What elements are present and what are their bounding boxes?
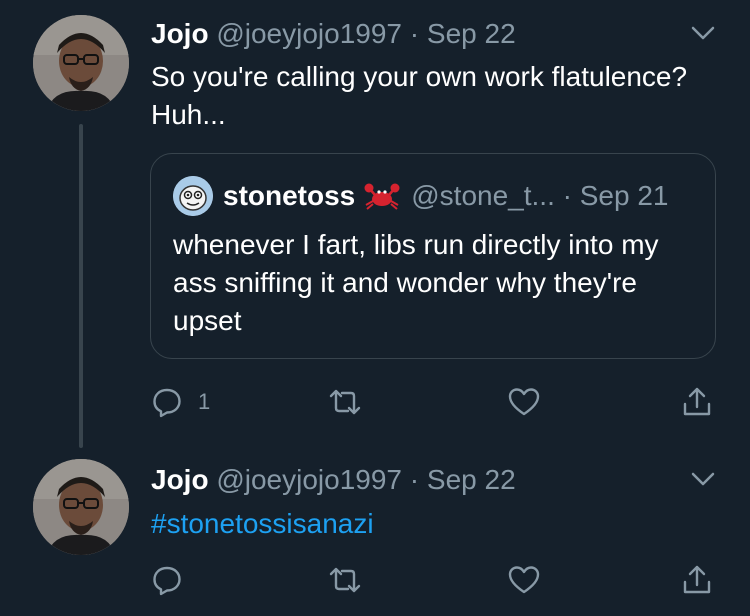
chevron-down-icon[interactable] [690,24,716,42]
tweet-header: Jojo @joeyjojo1997 · Sep 22 [151,462,690,498]
like-icon [508,388,540,416]
tweet[interactable]: Jojo @joeyjojo1997 · Sep 22 So you're ca… [0,0,750,450]
avatar[interactable] [33,459,129,555]
tweet-text: So you're calling your own work flatulen… [151,61,688,130]
action-bar [150,560,720,600]
chevron-down-icon[interactable] [690,470,716,488]
quoted-author-name[interactable]: stonetoss [223,180,355,211]
quoted-text: whenever I fart, libs run directly into … [173,229,659,336]
retweet-button[interactable] [328,382,362,422]
quoted-tweet[interactable]: stonetoss @stone_t... · Sep 21 whenever … [150,153,716,359]
reply-icon [153,566,181,596]
reply-count: 1 [198,389,211,414]
share-button[interactable] [680,560,714,600]
author-handle[interactable]: @joeyjojo1997 [216,18,402,49]
author-name[interactable]: Jojo [151,18,209,49]
avatar[interactable] [33,15,129,111]
reply-icon [153,388,181,418]
tweet-header: Jojo @joeyjojo1997 · Sep 22 [151,16,690,52]
quoted-author-handle[interactable]: @stone_t... [411,180,555,211]
retweet-button[interactable] [328,560,362,600]
hashtag-link[interactable]: #stonetossisanazi [151,505,711,543]
separator: · [562,180,572,211]
tweet-date[interactable]: Sep 22 [427,464,516,495]
share-icon [683,565,711,594]
like-button[interactable] [507,560,541,600]
crab-icon [363,181,401,211]
thread-line [79,124,83,448]
tweet-date[interactable]: Sep 22 [427,18,516,49]
quoted-avatar [173,176,213,216]
reply-button[interactable]: 1 [150,382,210,422]
tweet[interactable]: Jojo @joeyjojo1997 · Sep 22 #stonetossis… [0,450,750,616]
separator: · [409,464,420,495]
like-icon [508,566,540,594]
retweet-icon [329,389,361,415]
separator: · [409,18,420,49]
author-handle[interactable]: @joeyjojo1997 [216,464,402,495]
author-name[interactable]: Jojo [151,464,209,495]
retweet-icon [329,567,361,593]
action-bar: 1 [150,382,720,422]
quoted-header: stonetoss @stone_t... · Sep 21 [223,178,669,214]
share-icon [683,387,711,416]
share-button[interactable] [680,382,714,422]
like-button[interactable] [507,382,541,422]
reply-button[interactable] [150,560,184,600]
quoted-date[interactable]: Sep 21 [580,180,669,211]
